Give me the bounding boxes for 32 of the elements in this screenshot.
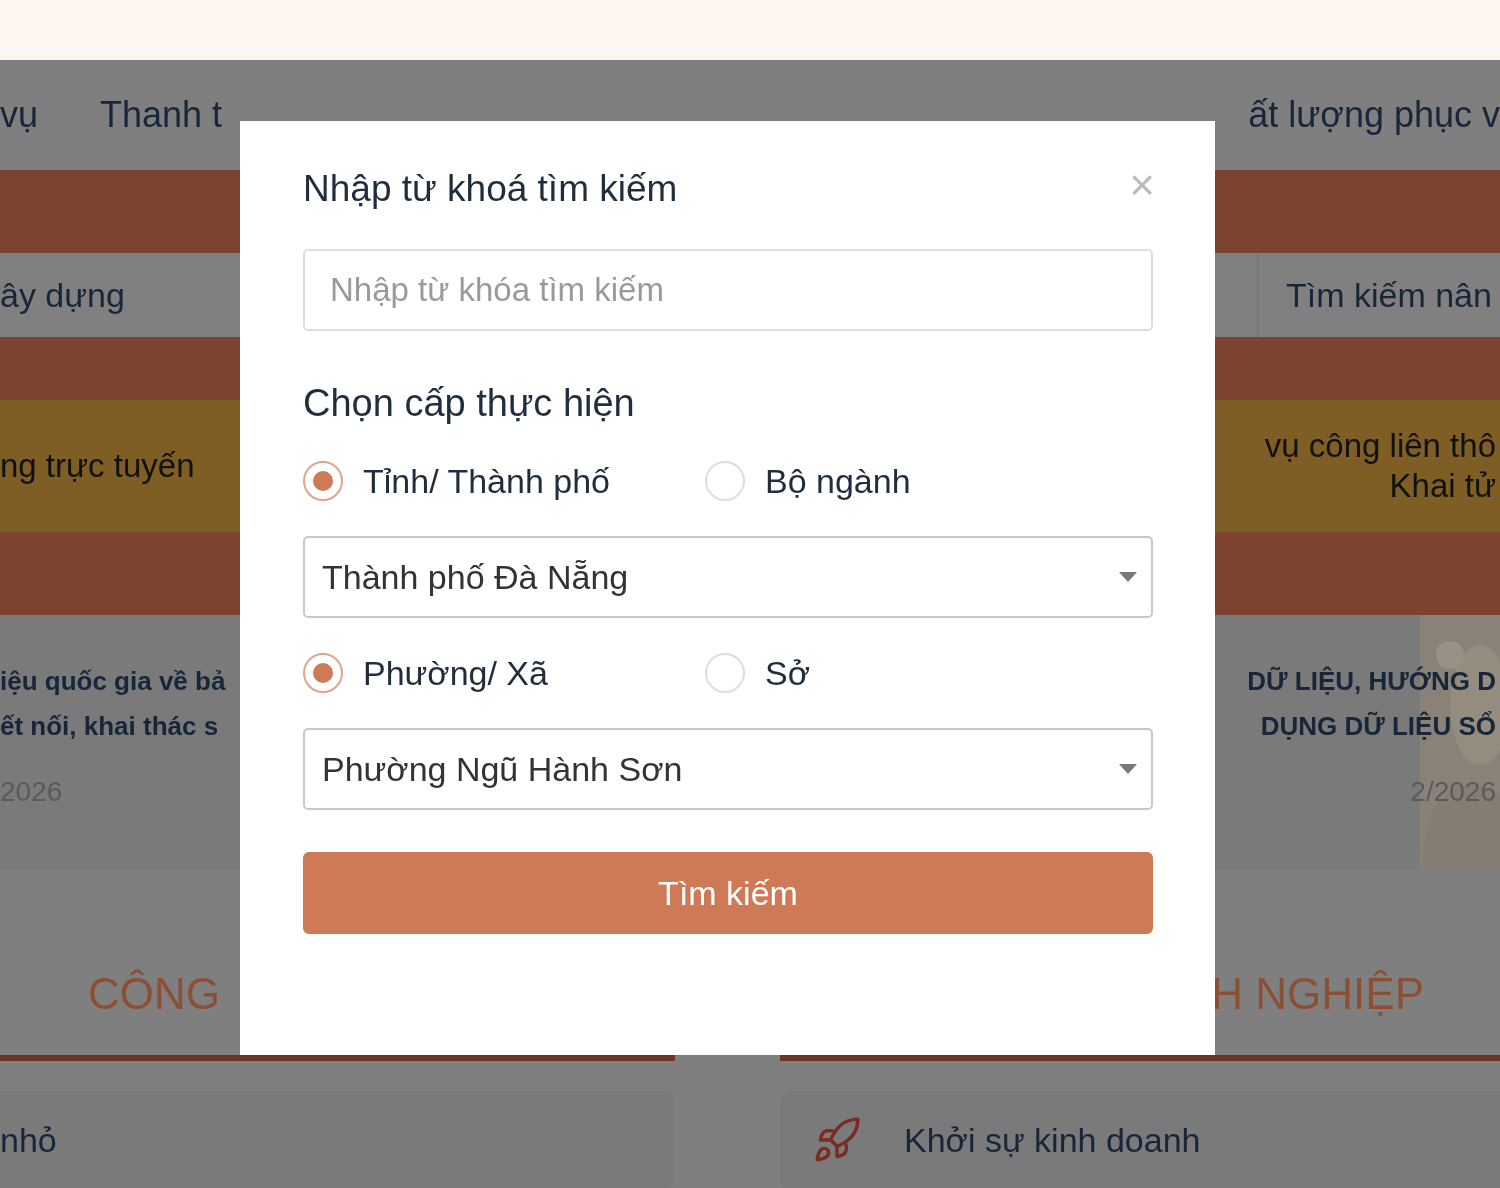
- select-field[interactable]: Phường Ngũ Hành Sơn: [303, 728, 1153, 810]
- nav-link[interactable]: vụ: [0, 88, 39, 142]
- nav-link[interactable]: Thanh t: [100, 88, 223, 142]
- news-title: DỤNG DỮ LIỆU SỔ: [1260, 710, 1496, 743]
- radio-button[interactable]: [705, 461, 745, 501]
- search-button[interactable]: Tìm kiếm: [303, 852, 1153, 934]
- section-heading: H NGHIỆP: [1211, 968, 1424, 1020]
- nav-link[interactable]: ất lượng phục v: [1248, 88, 1500, 142]
- radio-button[interactable]: [705, 653, 745, 693]
- news-title: DỮ LIỆU, HƯỚNG D: [1247, 665, 1496, 698]
- radio-label: Sở: [765, 652, 810, 694]
- radio-button[interactable]: [303, 461, 343, 501]
- caret-icon: [1119, 764, 1137, 774]
- search-field[interactable]: Nhập từ khóa tìm kiếm: [303, 249, 1153, 331]
- radio-button[interactable]: [303, 653, 343, 693]
- section-label: Chọn cấp thực hiện: [303, 381, 636, 426]
- banner-text: Khai tử: [1389, 466, 1496, 506]
- news-title: iệu quốc gia về bả: [0, 665, 226, 698]
- banner-text: ng trực tuyến: [0, 446, 195, 487]
- caret-icon: [1119, 572, 1137, 582]
- radio-label: Bộ ngành: [765, 460, 911, 502]
- news-title: ết nối, khai thác s: [0, 710, 219, 743]
- search-bar-text: ây dựng: [0, 274, 125, 316]
- close-button[interactable]: ×: [1129, 163, 1155, 207]
- radio-label: Phường/ Xã: [363, 652, 548, 694]
- section-heading: CÔNG: [88, 968, 220, 1020]
- service-card[interactable]: Khởi sự kinh doanh: [780, 1091, 1500, 1188]
- radio-label: Tỉnh/ Thành phố: [363, 460, 610, 502]
- banner-text: vụ công liên thô: [1264, 426, 1496, 466]
- select-field[interactable]: Thành phố Đà Nẵng: [303, 536, 1153, 618]
- dialog-title: Nhập từ khoá tìm kiếm: [303, 167, 678, 211]
- service-card[interactable]: nhỏ: [0, 1091, 675, 1188]
